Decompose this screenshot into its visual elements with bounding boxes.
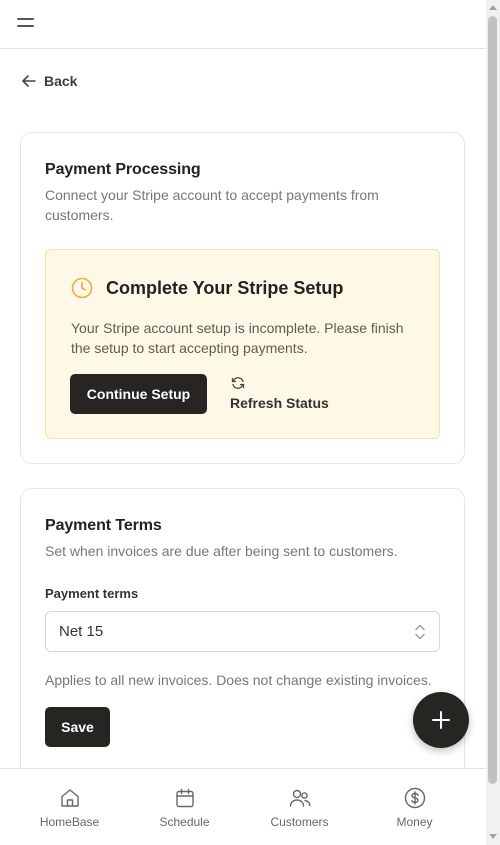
refresh-status-label: Refresh Status <box>230 395 329 411</box>
save-button[interactable]: Save <box>45 707 110 747</box>
add-fab-button[interactable] <box>413 692 469 748</box>
payment-terms-title: Payment Terms <box>45 517 162 534</box>
refresh-icon <box>231 377 245 389</box>
nav-item-homebase[interactable]: HomeBase <box>9 769 130 845</box>
nav-item-schedule[interactable]: Schedule <box>124 769 245 845</box>
dollar-icon <box>404 787 425 809</box>
payment-processing-title: Payment Processing <box>45 161 201 178</box>
menu-icon[interactable] <box>16 16 36 32</box>
payment-processing-card: Payment Processing Connect your Stripe a… <box>20 132 465 464</box>
scrollbar[interactable] <box>486 0 500 845</box>
back-label: Back <box>44 73 78 89</box>
nav-item-money[interactable]: Money <box>354 769 475 845</box>
nav-label-money: Money <box>396 815 433 829</box>
bottom-nav: HomeBase Schedule Customers Money <box>0 768 486 845</box>
alert-description: Your Stripe account setup is incomplete.… <box>71 320 404 356</box>
calendar-icon <box>175 788 194 808</box>
top-bar <box>0 0 486 49</box>
nav-item-customers[interactable]: Customers <box>239 769 360 845</box>
scrollbar-thumb[interactable] <box>488 16 497 784</box>
payment-terms-label: Payment terms <box>45 586 139 601</box>
stripe-setup-alert: Complete Your Stripe Setup Your Stripe a… <box>45 249 440 439</box>
users-icon <box>289 789 310 807</box>
chevron-up-down-icon <box>415 624 425 640</box>
nav-label-customers: Customers <box>270 815 329 829</box>
nav-label-homebase: HomeBase <box>39 815 100 829</box>
payment-terms-helper: Applies to all new invoices. Does not ch… <box>45 672 432 688</box>
payment-terms-value: Net 15 <box>59 623 104 640</box>
back-link[interactable]: Back <box>20 72 77 90</box>
payment-terms-description: Set when invoices are due after being se… <box>45 543 398 559</box>
scroll-up-arrow[interactable] <box>489 5 497 10</box>
nav-label-schedule: Schedule <box>159 815 210 829</box>
home-icon <box>60 789 79 807</box>
payment-terms-select[interactable]: Net 15 <box>45 611 440 652</box>
continue-setup-button[interactable]: Continue Setup <box>70 374 207 414</box>
scroll-down-arrow[interactable] <box>489 834 497 839</box>
alert-title: Complete Your Stripe Setup <box>106 278 344 298</box>
clock-icon <box>71 277 93 299</box>
plus-icon <box>432 711 450 729</box>
payment-terms-card: Payment Terms Set when invoices are due … <box>20 488 465 773</box>
payment-processing-description: Connect your Stripe account to accept pa… <box>45 187 379 223</box>
arrow-left-icon <box>22 75 36 87</box>
